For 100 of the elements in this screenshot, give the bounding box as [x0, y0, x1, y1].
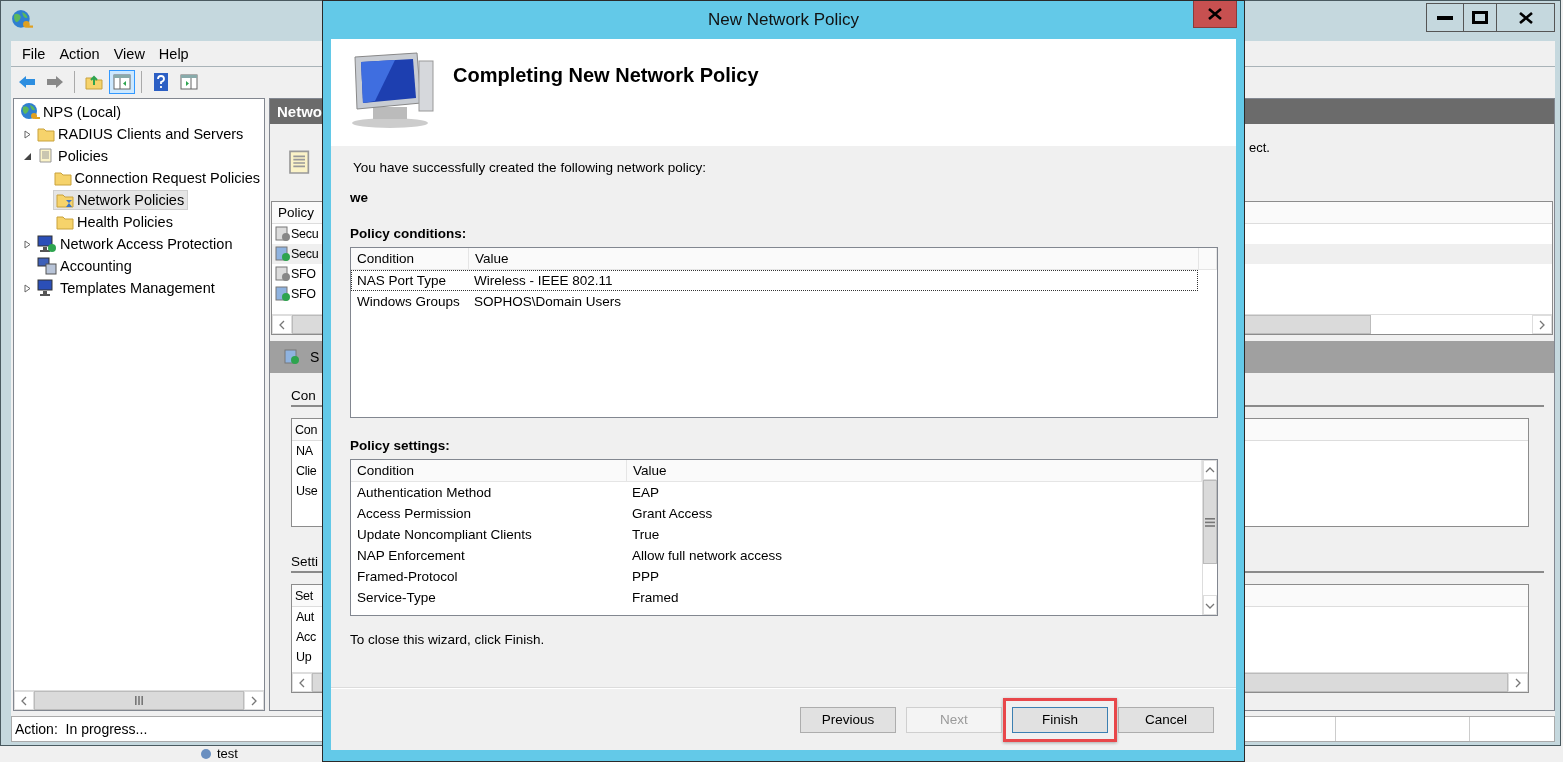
forward-arrow-icon [46, 75, 64, 89]
table-row[interactable]: Framed-Protocol PPP [351, 566, 1202, 587]
toolbar-button[interactable] [109, 70, 135, 94]
table-cell-text: Access Permission [356, 506, 473, 521]
window-title: New Network Policy [707, 10, 860, 30]
folder-up-icon [85, 74, 103, 90]
folder-icon [56, 214, 74, 230]
wizard-heading: Completing New Network Policy [453, 64, 759, 87]
panel-icon [113, 74, 131, 90]
table-cell-text: Allow full network access [631, 548, 783, 563]
table-cell-text: NAP Enforcement [356, 548, 466, 563]
scroll-icon [37, 147, 55, 165]
computer-icon [37, 235, 57, 253]
close-icon [1518, 11, 1533, 24]
folder-icon [56, 192, 74, 208]
folder-icon [53, 170, 72, 186]
back-arrow-icon [18, 75, 36, 89]
tree-item[interactable]: Network Policies [53, 190, 189, 210]
dialog-button[interactable]: Cancel [1118, 706, 1214, 733]
table-cell-text: Authentication Method [356, 485, 493, 500]
table-row[interactable]: Access Permission Grant Access [351, 503, 1202, 524]
closing-text: To close this wizard, click Finish. [350, 632, 546, 647]
table-cell: Clie [296, 464, 317, 478]
menu-item[interactable]: Help [151, 45, 196, 62]
table-cell-text: Grant Access [631, 506, 713, 521]
maximize-icon [1472, 11, 1488, 24]
scrollbar[interactable] [1202, 460, 1217, 615]
table-row[interactable]: Update Noncompliant Clients True [351, 524, 1202, 545]
table-row[interactable]: Windows Groups SOPHOS\Domain Users [351, 291, 1198, 312]
computers-icon [37, 257, 57, 275]
table-cell-text: Wireless - IEEE 802.11 [473, 273, 613, 288]
column-header[interactable]: Condition [351, 248, 469, 269]
table-cell: Use [296, 484, 318, 498]
table-cell: Acc [296, 630, 316, 644]
table-row[interactable]: Authentication Method EAP [351, 482, 1202, 503]
table-cell: Aut [296, 610, 314, 624]
table-cell-text: Update Noncompliant Clients [356, 527, 533, 542]
description-text: ect. [1249, 140, 1270, 155]
tree-item[interactable]: Connection Request Policies [50, 168, 264, 188]
collapsed-arrow-icon[interactable] [23, 129, 32, 139]
tree-item[interactable]: Templates Management [34, 277, 219, 299]
tree-item[interactable]: NPS (Local) [17, 100, 126, 124]
table-cell: NA [296, 444, 313, 458]
grip-icon [1205, 517, 1215, 527]
expanded-arrow-icon[interactable] [23, 151, 32, 161]
table-cell-text: Windows Groups [356, 294, 461, 309]
column-header[interactable]: Value [469, 248, 1199, 269]
panel-icon [180, 74, 198, 90]
table-cell: Up [296, 650, 312, 664]
tree-item[interactable]: RADIUS Clients and Servers [34, 124, 248, 144]
column-header[interactable]: Con [295, 422, 318, 437]
column-header[interactable]: Condition [351, 460, 627, 481]
list-item[interactable]: test [217, 747, 238, 761]
folder-icon [37, 126, 55, 142]
collapsed-arrow-icon[interactable] [23, 239, 32, 249]
menu-item[interactable]: Action [52, 45, 107, 62]
policy-icon [275, 246, 291, 262]
table-row[interactable]: Service-Type Framed [351, 587, 1202, 608]
policy-icon [275, 286, 291, 302]
scrollbar[interactable] [14, 690, 264, 710]
table-cell-text: EAP [631, 485, 659, 500]
help-icon [154, 73, 168, 91]
policy-name: we [350, 190, 369, 205]
collapsed-arrow-icon[interactable] [23, 283, 32, 293]
scroll-right-icon [1514, 677, 1522, 688]
table-cell-text: Framed [631, 590, 679, 605]
table-cell-text: SOPHOS\Domain Users [473, 294, 622, 309]
grip-icon [134, 696, 144, 705]
table-cell-text: Service-Type [356, 590, 437, 605]
scroll-left-icon [298, 677, 306, 688]
policy-icon [284, 349, 300, 365]
section-heading: Policy conditions: [350, 226, 468, 241]
table-cell-text: NAS Port Type [356, 273, 448, 288]
section-heading: Con [291, 388, 316, 403]
minimize-icon [1437, 15, 1453, 20]
scroll-left-icon [278, 319, 286, 330]
dialog-button[interactable]: Previous [800, 706, 896, 733]
policy-icon [275, 266, 291, 282]
summary-title: S [310, 349, 320, 365]
tree-item[interactable]: Network Access Protection [34, 233, 237, 255]
column-header[interactable]: Set [295, 588, 313, 603]
intro-text: You have successfully created the following network policy: [353, 160, 707, 175]
table-row[interactable]: NAS Port Type Wireless - IEEE 802.11 [351, 270, 1198, 291]
column-header[interactable]: Policy [278, 205, 314, 220]
menu-item[interactable]: File [15, 45, 53, 62]
tree-item[interactable]: Policies [34, 145, 112, 167]
section-heading: Policy settings: [350, 438, 451, 453]
table-cell-text: Framed-Protocol [356, 569, 459, 584]
scroll-right-icon [250, 695, 258, 706]
table-cell-text: PPP [631, 569, 659, 584]
dialog-button[interactable]: Finish [1012, 706, 1108, 733]
close-icon [1208, 8, 1222, 20]
tree-item[interactable]: Health Policies [53, 212, 177, 232]
table-row[interactable]: NAP Enforcement Allow full network access [351, 545, 1202, 566]
tree-item[interactable]: Accounting [34, 255, 136, 277]
policy-icon [275, 226, 291, 242]
scroll-left-icon [20, 695, 28, 706]
menu-item[interactable]: View [106, 45, 152, 62]
section-heading: Setti [291, 554, 318, 569]
scroll-right-icon [1538, 319, 1546, 330]
